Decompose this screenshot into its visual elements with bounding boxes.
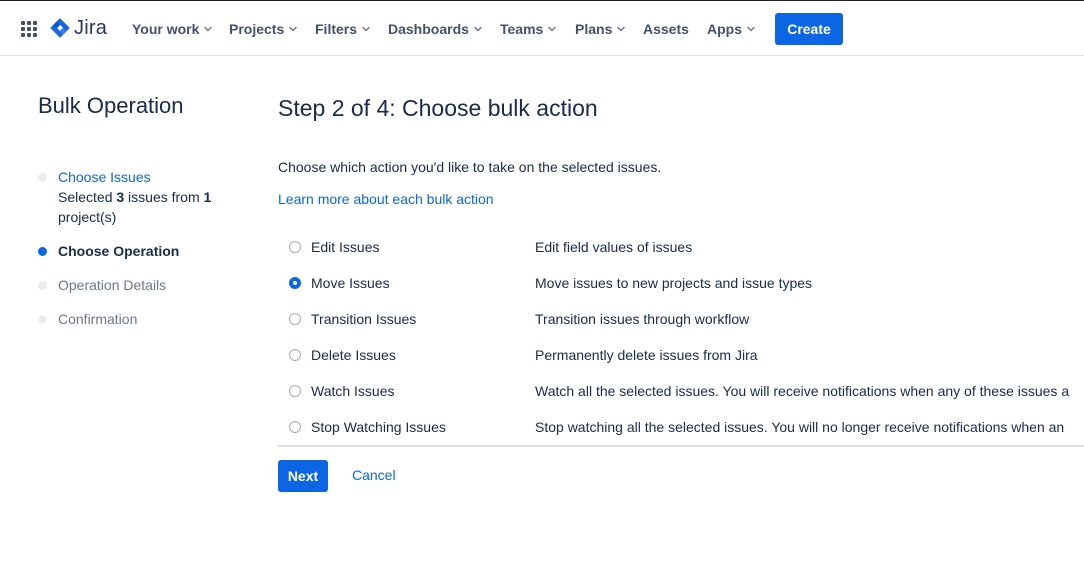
step-choose-issues-summary: Selected 3 issues from 1 project(s) <box>58 187 228 227</box>
nav-filters-label: Filters <box>315 21 358 37</box>
nav-projects-label: Projects <box>229 21 285 37</box>
nav-teams[interactable]: Teams <box>500 19 557 39</box>
nav-apps[interactable]: Apps <box>707 19 756 39</box>
summary-suffix: project(s) <box>58 209 117 225</box>
create-button[interactable]: Create <box>775 13 843 45</box>
option-description: Stop watching all the selected issues. Y… <box>535 419 1065 435</box>
jira-logo-icon <box>50 18 70 38</box>
step-label: Confirmation <box>58 311 138 327</box>
option-label[interactable]: Watch Issues <box>311 383 395 399</box>
chevron-down-icon <box>747 26 755 32</box>
step-label: Choose Operation <box>58 243 180 259</box>
jira-logo[interactable]: Jira <box>50 17 107 39</box>
chevron-down-icon <box>474 26 482 32</box>
option-row-move-issues[interactable]: Move Issues Move issues to new projects … <box>278 266 1084 302</box>
nav-plans-label: Plans <box>575 21 613 37</box>
radio-watch-issues[interactable] <box>289 385 301 397</box>
radio-transition-issues[interactable] <box>289 313 301 325</box>
sidebar-title: Bulk Operation <box>38 93 184 118</box>
intro-text: Choose which action you'd like to take o… <box>278 159 662 175</box>
step-dot-active <box>38 247 47 256</box>
step-dot <box>38 173 47 182</box>
option-row-stop-watching-issues[interactable]: Stop Watching Issues Stop watching all t… <box>278 410 1084 445</box>
option-row-delete-issues[interactable]: Delete Issues Permanently delete issues … <box>278 338 1084 374</box>
option-row-transition-issues[interactable]: Transition Issues Transition issues thro… <box>278 302 1084 338</box>
option-label[interactable]: Edit Issues <box>311 239 379 255</box>
summary-middle: issues from <box>124 189 204 205</box>
next-button[interactable]: Next <box>278 460 328 492</box>
nav-filters[interactable]: Filters <box>315 19 371 39</box>
nav-your-work[interactable]: Your work <box>132 19 213 39</box>
nav-projects[interactable]: Projects <box>229 19 298 39</box>
step-label[interactable]: Choose Issues <box>58 167 151 187</box>
option-description: Watch all the selected issues. You will … <box>535 383 1070 399</box>
nav-dashboards[interactable]: Dashboards <box>388 19 483 39</box>
page-title: Step 2 of 4: Choose bulk action <box>278 95 598 121</box>
summary-issue-count: 3 <box>116 189 125 205</box>
nav-dashboards-label: Dashboards <box>388 21 469 37</box>
option-label[interactable]: Move Issues <box>311 275 390 291</box>
radio-delete-issues[interactable] <box>289 349 301 361</box>
nav-apps-label: Apps <box>707 21 742 37</box>
nav-assets-label: Assets <box>643 21 689 37</box>
option-description: Edit field values of issues <box>535 239 693 255</box>
step-dot <box>38 281 47 290</box>
option-description: Transition issues through workflow <box>535 311 750 327</box>
chevron-down-icon <box>204 26 213 32</box>
option-description: Permanently delete issues from Jira <box>535 347 758 363</box>
chevron-down-icon <box>617 26 626 32</box>
nav-assets[interactable]: Assets <box>643 19 689 39</box>
step-label: Operation Details <box>58 277 167 293</box>
radio-stop-watching-issues[interactable] <box>289 421 301 433</box>
nav-plans[interactable]: Plans <box>575 19 626 39</box>
chevron-down-icon <box>289 26 297 32</box>
app-switcher-grid-icon[interactable] <box>21 21 37 37</box>
option-label[interactable]: Transition Issues <box>311 311 416 327</box>
nav-your-work-label: Your work <box>132 21 200 37</box>
summary-prefix: Selected <box>58 189 117 205</box>
step-dot <box>38 315 47 324</box>
option-row-watch-issues[interactable]: Watch Issues Watch all the selected issu… <box>278 374 1084 410</box>
learn-more-link[interactable]: Learn more about each bulk action <box>278 191 494 207</box>
option-description: Move issues to new projects and issue ty… <box>535 275 813 291</box>
chevron-down-icon <box>548 26 557 32</box>
radio-move-issues[interactable] <box>289 277 301 289</box>
option-label[interactable]: Delete Issues <box>311 347 396 363</box>
chevron-down-icon <box>362 26 370 32</box>
radio-edit-issues[interactable] <box>289 241 301 253</box>
option-row-edit-issues[interactable]: Edit Issues Edit field values of issues <box>278 230 1084 266</box>
bulk-action-options: Edit Issues Edit field values of issues … <box>278 230 1084 447</box>
logo-text: Jira <box>74 16 108 39</box>
option-label[interactable]: Stop Watching Issues <box>311 419 446 435</box>
top-navigation: Jira Your work Projects Filters Dashboar… <box>0 0 1084 56</box>
nav-teams-label: Teams <box>500 21 544 37</box>
cancel-button[interactable]: Cancel <box>352 467 396 483</box>
summary-project-count: 1 <box>203 189 212 205</box>
